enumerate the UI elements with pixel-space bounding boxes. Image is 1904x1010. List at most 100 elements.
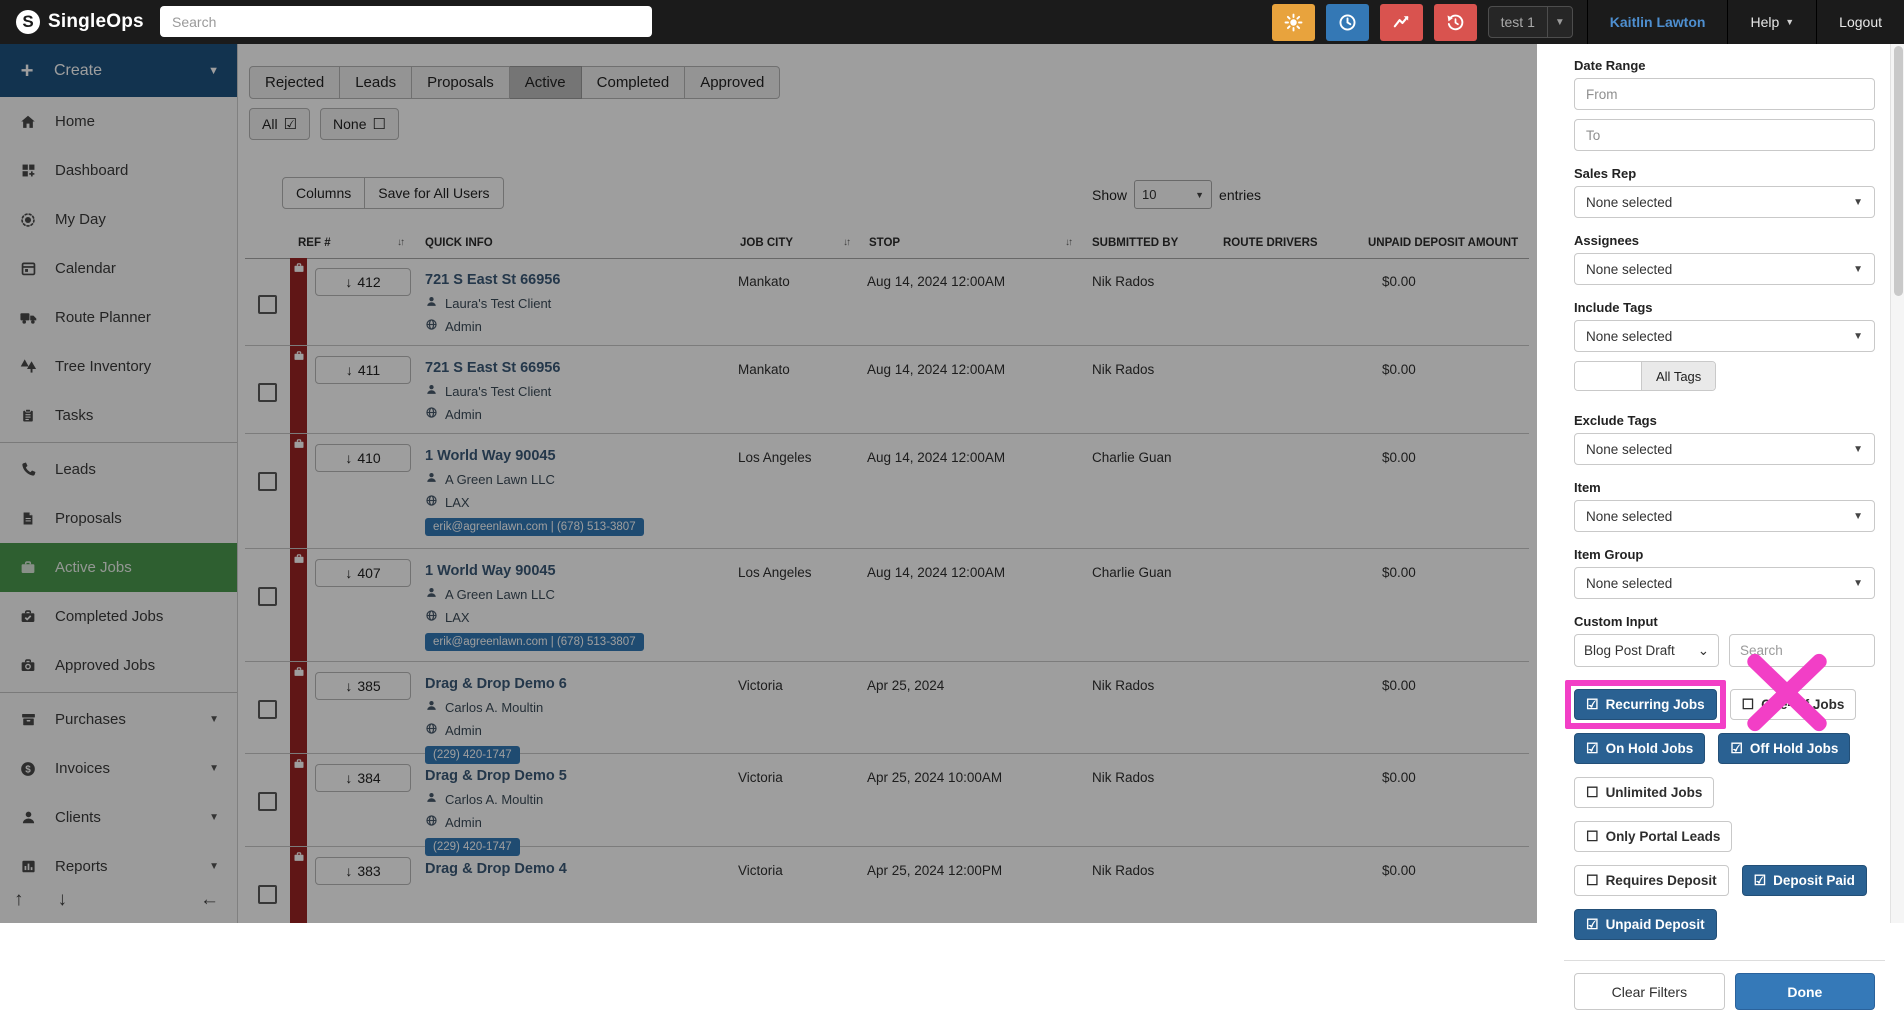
sidebar-item-purchases[interactable]: Purchases▼	[0, 695, 237, 744]
app-logo[interactable]: S SingleOps	[0, 10, 158, 34]
down-arrow-icon[interactable]: ↓	[58, 889, 68, 911]
date-to-input[interactable]	[1574, 119, 1875, 151]
account-selector[interactable]: test 1 ▼	[1488, 6, 1573, 38]
filter-toggle-on-hold-jobs[interactable]: ☑On Hold Jobs	[1574, 733, 1705, 764]
sidebar-item-invoices[interactable]: $Invoices▼	[0, 744, 237, 793]
sort-icon[interactable]: ↓↑	[843, 237, 849, 248]
tab-active[interactable]: Active	[510, 66, 582, 99]
contact-badge[interactable]: erik@agreenlawn.com | (678) 513-3807	[425, 633, 644, 651]
select-all-button[interactable]: All☑	[249, 108, 310, 140]
global-search-input[interactable]	[160, 6, 652, 37]
row-checkbox[interactable]	[258, 885, 277, 904]
sidebar-item-tree-inventory[interactable]: Tree Inventory	[0, 342, 237, 391]
col-header-stop[interactable]: STOP	[869, 237, 900, 249]
col-header-unpaid-deposit[interactable]: UNPAID DEPOSIT AMOUNT	[1368, 237, 1518, 249]
filter-toggle-off-hold-jobs[interactable]: ☑Off Hold Jobs	[1718, 733, 1850, 764]
job-title-link[interactable]: 721 S East St 66956	[425, 360, 725, 376]
filter-toggle-unlimited-jobs[interactable]: ☐Unlimited Jobs	[1574, 777, 1714, 808]
row-checkbox[interactable]	[258, 792, 277, 811]
item-group-select[interactable]: None selected▼	[1574, 567, 1875, 599]
col-header-quick-info[interactable]: QUICK INFO	[425, 237, 493, 249]
tab-approved[interactable]: Approved	[685, 66, 780, 99]
all-tags-segment[interactable]: All Tags	[1641, 362, 1715, 390]
page-size-select[interactable]: 10▼	[1134, 180, 1212, 209]
col-header-route-drivers[interactable]: ROUTE DRIVERS	[1223, 237, 1318, 249]
ref-number-button[interactable]: ↓411	[315, 356, 411, 384]
up-arrow-icon[interactable]: ↑	[14, 889, 24, 911]
col-header-job-city[interactable]: JOB CITY	[740, 237, 793, 249]
job-title-link[interactable]: 1 World Way 90045	[425, 448, 725, 464]
any-tags-segment[interactable]	[1575, 362, 1641, 390]
filter-toggle-requires-deposit[interactable]: ☐Requires Deposit	[1574, 865, 1729, 896]
done-button[interactable]: Done	[1735, 973, 1875, 1010]
page-scrollbar[interactable]	[1890, 44, 1904, 923]
include-tags-select[interactable]: None selected▼	[1574, 320, 1875, 352]
row-checkbox[interactable]	[258, 700, 277, 719]
sidebar-item-proposals[interactable]: Proposals	[0, 494, 237, 543]
sort-icon[interactable]: ↓↑	[397, 237, 403, 248]
ref-number-button[interactable]: ↓383	[315, 857, 411, 885]
filter-toggle-only-portal-leads[interactable]: ☐Only Portal Leads	[1574, 821, 1732, 852]
sidebar-item-tasks[interactable]: Tasks	[0, 391, 237, 440]
item-select[interactable]: None selected▼	[1574, 500, 1875, 532]
help-menu[interactable]: Help▼	[1727, 0, 1816, 44]
ref-number-button[interactable]: ↓407	[315, 559, 411, 587]
row-checkbox[interactable]	[258, 587, 277, 606]
col-header-ref[interactable]: REF #	[298, 237, 331, 249]
trend-icon[interactable]	[1380, 4, 1423, 41]
job-title-link[interactable]: 1 World Way 90045	[425, 563, 725, 579]
clear-filters-button[interactable]: Clear Filters	[1574, 973, 1725, 1010]
job-title-link[interactable]: Drag & Drop Demo 6	[425, 676, 725, 692]
sales-rep-select[interactable]: None selected▼	[1574, 186, 1875, 218]
sidebar-item-completed-jobs[interactable]: Completed Jobs	[0, 592, 237, 641]
history-icon[interactable]	[1434, 4, 1477, 41]
row-checkbox[interactable]	[258, 383, 277, 402]
select-none-button[interactable]: None☐	[320, 108, 399, 140]
job-title-link[interactable]: 721 S East St 66956	[425, 272, 725, 288]
col-header-submitted-by[interactable]: SUBMITTED BY	[1092, 237, 1178, 249]
sidebar-item-dashboard[interactable]: Dashboard	[0, 146, 237, 195]
sidebar-item-leads[interactable]: Leads	[0, 445, 237, 494]
sidebar-item-active-jobs[interactable]: Active Jobs	[0, 543, 237, 592]
filter-toggle-one-off-jobs[interactable]: ☐One-off Jobs	[1730, 689, 1857, 720]
row-checkbox[interactable]	[258, 295, 277, 314]
ref-number-button[interactable]: ↓385	[315, 672, 411, 700]
custom-input-select[interactable]: Blog Post Draft⌄	[1574, 634, 1719, 667]
clock-icon[interactable]	[1326, 4, 1369, 41]
tab-completed[interactable]: Completed	[582, 66, 686, 99]
ref-number-button[interactable]: ↓384	[315, 764, 411, 792]
brightness-icon[interactable]	[1272, 4, 1315, 41]
filter-toggle-recurring-jobs[interactable]: ☑Recurring Jobs	[1574, 689, 1717, 720]
user-name-link[interactable]: Kaitlin Lawton	[1587, 0, 1728, 44]
ref-number-button[interactable]: ↓412	[315, 268, 411, 296]
ref-number-button[interactable]: ↓410	[315, 444, 411, 472]
assignees-select[interactable]: None selected▼	[1574, 253, 1875, 285]
sidebar-item-calendar[interactable]: Calendar	[0, 244, 237, 293]
job-title-link[interactable]: Drag & Drop Demo 5	[425, 768, 725, 784]
sort-icon[interactable]: ↓↑	[1065, 237, 1071, 248]
custom-input-search[interactable]	[1729, 634, 1875, 667]
collapse-left-icon[interactable]: ←	[200, 889, 219, 911]
tab-proposals[interactable]: Proposals	[412, 66, 510, 99]
columns-button[interactable]: Columns	[282, 177, 365, 209]
create-button[interactable]: + Create ▼	[0, 44, 237, 97]
tab-rejected[interactable]: Rejected	[249, 66, 340, 99]
sidebar-item-approved-jobs[interactable]: Approved Jobs	[0, 641, 237, 690]
contact-badge[interactable]: erik@agreenlawn.com | (678) 513-3807	[425, 518, 644, 536]
sidebar-item-route-planner[interactable]: Route Planner	[0, 293, 237, 342]
exclude-tags-select[interactable]: None selected▼	[1574, 433, 1875, 465]
filter-toggle-unpaid-deposit[interactable]: ☑Unpaid Deposit	[1574, 909, 1717, 940]
all-tags-toggle[interactable]: All Tags	[1574, 361, 1716, 391]
scrollbar-thumb[interactable]	[1894, 46, 1903, 296]
date-from-input[interactable]	[1574, 78, 1875, 110]
sidebar-item-my-day[interactable]: My Day	[0, 195, 237, 244]
tab-leads[interactable]: Leads	[340, 66, 412, 99]
save-for-all-users-button[interactable]: Save for All Users	[365, 177, 503, 209]
filter-toggle-deposit-paid[interactable]: ☑Deposit Paid	[1742, 865, 1867, 896]
chevron-down-icon[interactable]: ▼	[1547, 7, 1572, 37]
logout-link[interactable]: Logout	[1816, 0, 1904, 44]
sidebar-item-home[interactable]: Home	[0, 97, 237, 146]
row-checkbox[interactable]	[258, 472, 277, 491]
job-title-link[interactable]: Drag & Drop Demo 4	[425, 861, 725, 877]
sidebar-item-clients[interactable]: Clients▼	[0, 793, 237, 842]
